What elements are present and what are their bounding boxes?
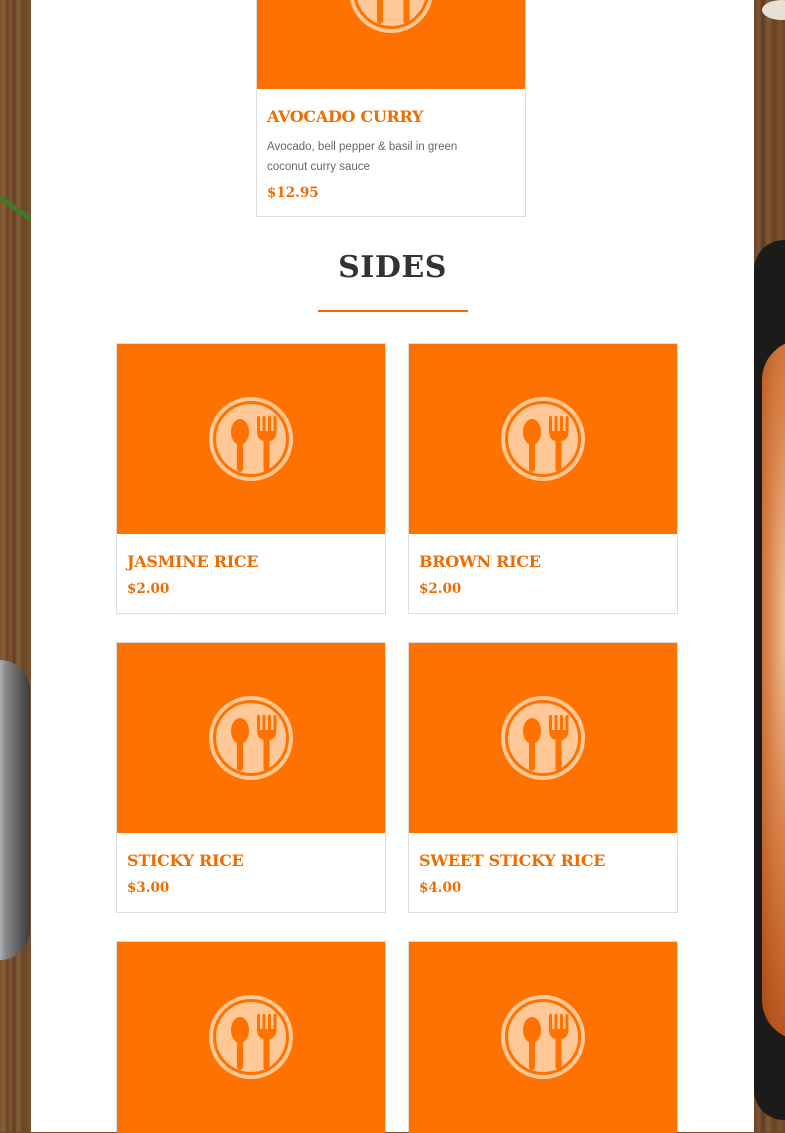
menu-item-image <box>409 643 677 833</box>
section-divider <box>318 310 468 312</box>
menu-item-name: AVOCADO CURRY <box>267 107 424 126</box>
menu-item-price: $3.00 <box>127 880 170 896</box>
menu-item-price: $4.00 <box>419 880 462 896</box>
menu-item-card-avocado-curry[interactable]: AVOCADO CURRY Avocado, bell pepper & bas… <box>256 0 526 217</box>
spoon-fork-plate-icon <box>206 693 296 783</box>
menu-item-image <box>117 942 385 1133</box>
menu-item-price: $2.00 <box>127 581 170 597</box>
menu-item-name: JASMINE RICE <box>127 552 259 571</box>
menu-item-card-sweet-sticky-rice[interactable]: SWEET STICKY RICE $4.00 <box>408 642 678 913</box>
spoon-decoration <box>0 660 30 960</box>
menu-item-image <box>117 344 385 534</box>
menu-item-image <box>409 942 677 1133</box>
menu-item-name: BROWN RICE <box>419 552 541 571</box>
menu-panel: AVOCADO CURRY Avocado, bell pepper & bas… <box>31 0 754 1133</box>
spoon-fork-plate-icon <box>498 693 588 783</box>
spoon-fork-plate-icon <box>206 992 296 1082</box>
menu-item-card-brown-rice[interactable]: BROWN RICE $2.00 <box>408 343 678 614</box>
section-heading: SIDES <box>338 250 447 285</box>
menu-item-card[interactable] <box>408 941 678 1133</box>
spoon-fork-plate-icon <box>498 992 588 1082</box>
garnish-decoration <box>762 0 785 20</box>
background-left <box>0 0 35 1132</box>
background-right <box>754 0 785 1132</box>
menu-item-price: $12.95 <box>267 185 319 201</box>
menu-item-image <box>117 643 385 833</box>
menu-item-description: Avocado, bell pepper & basil in green co… <box>267 141 458 173</box>
menu-item-image <box>409 344 677 534</box>
menu-item-card[interactable] <box>116 941 386 1133</box>
curry-decoration <box>762 340 785 1040</box>
menu-item-card-sticky-rice[interactable]: STICKY RICE $3.00 <box>116 642 386 913</box>
spoon-fork-plate-icon <box>498 394 588 484</box>
spoon-fork-plate-icon <box>206 394 296 484</box>
spoon-fork-plate-icon <box>346 0 436 36</box>
menu-item-price: $2.00 <box>419 581 462 597</box>
menu-item-card-jasmine-rice[interactable]: JASMINE RICE $2.00 <box>116 343 386 614</box>
herb-decoration <box>0 195 35 223</box>
menu-item-name: SWEET STICKY RICE <box>419 851 606 870</box>
menu-item-image <box>257 0 525 89</box>
menu-item-name: STICKY RICE <box>127 851 244 870</box>
